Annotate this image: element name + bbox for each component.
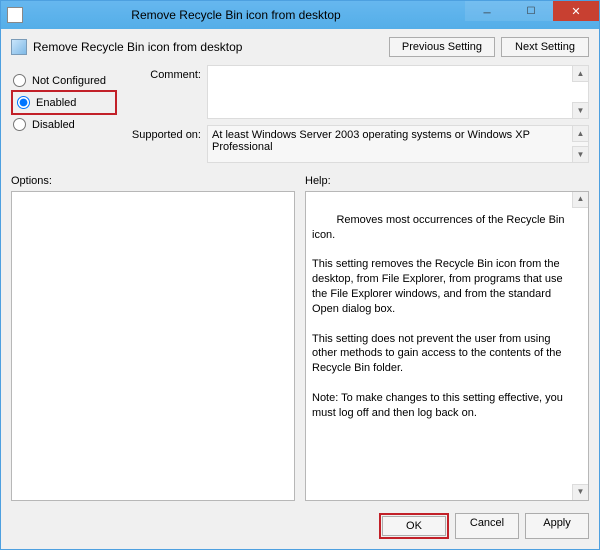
apply-button[interactable]: Apply [525,513,589,539]
options-panel[interactable] [11,191,295,501]
radio-disabled[interactable]: Disabled [11,115,117,134]
radio-disabled-label: Disabled [32,119,75,131]
policy-name: Remove Recycle Bin icon from desktop [33,40,242,54]
labeled-fields: Comment: Supported on: At least Windows … [125,65,589,163]
radio-not-configured[interactable]: Not Configured [11,71,117,90]
radio-disabled-input[interactable] [13,118,26,131]
previous-setting-button[interactable]: Previous Setting [389,37,495,57]
radio-not-configured-label: Not Configured [32,75,106,87]
scroll-up-icon[interactable] [572,192,588,208]
help-text: Removes most occurrences of the Recycle … [312,214,568,419]
scroll-up-icon[interactable] [572,66,588,82]
titlebar[interactable]: Remove Recycle Bin icon from desktop [1,1,599,29]
header-row: Remove Recycle Bin icon from desktop Pre… [1,29,599,63]
supported-label: Supported on: [125,125,201,163]
supported-row: Supported on: At least Windows Server 20… [125,125,589,163]
options-label: Options: [11,175,295,187]
help-panel[interactable]: Removes most occurrences of the Recycle … [305,191,589,501]
footer: OK Cancel Apply [1,505,599,549]
highlight-enabled: Enabled [11,90,117,115]
next-setting-button[interactable]: Next Setting [501,37,589,57]
maximize-button[interactable] [509,1,553,21]
comment-row: Comment: [125,65,589,119]
minimize-button[interactable] [465,1,509,21]
supported-value: At least Windows Server 2003 operating s… [212,129,530,153]
ok-button[interactable]: OK [382,516,446,536]
radio-not-configured-input[interactable] [13,74,26,87]
highlight-ok: OK [379,513,449,539]
close-button[interactable] [553,1,599,21]
upper-section: Not Configured Enabled Disabled Comment: [1,63,599,163]
radio-enabled-input[interactable] [17,96,30,109]
scroll-down-icon[interactable] [572,102,588,118]
help-label: Help: [305,175,589,187]
state-radio-group: Not Configured Enabled Disabled [11,65,117,163]
policy-dialog: Remove Recycle Bin icon from desktop Rem… [0,0,600,550]
comment-textarea[interactable] [207,65,589,119]
scroll-up-icon[interactable] [572,126,588,142]
cancel-button[interactable]: Cancel [455,513,519,539]
scroll-down-icon[interactable] [572,484,588,500]
scroll-down-icon[interactable] [572,146,588,162]
supported-textarea: At least Windows Server 2003 operating s… [207,125,589,163]
radio-enabled-label: Enabled [36,97,76,109]
lower-section: Options: Help: Removes most occurrences … [1,163,599,505]
options-column: Options: [11,175,295,501]
policy-icon [11,39,27,55]
help-column: Help: Removes most occurrences of the Re… [305,175,589,501]
window-controls [465,1,599,29]
radio-enabled[interactable]: Enabled [15,93,113,112]
comment-label: Comment: [125,65,201,119]
window-title: Remove Recycle Bin icon from desktop [7,8,465,22]
